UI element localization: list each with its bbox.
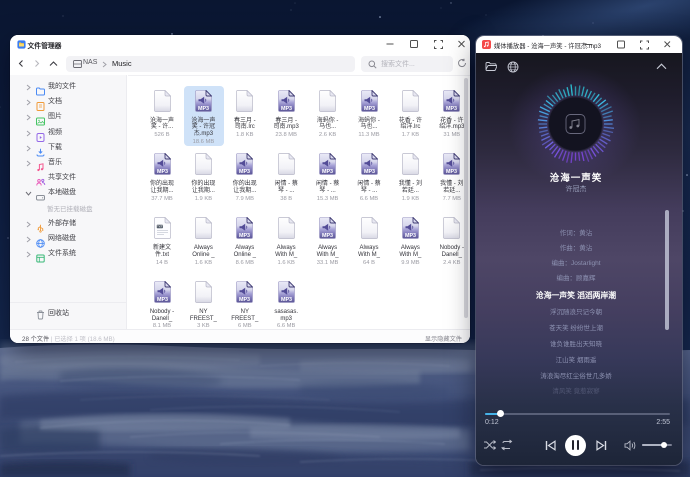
svg-text:TXT: TXT [157,225,163,229]
svg-text:MP3: MP3 [322,233,333,239]
svg-text:MP3: MP3 [446,105,457,111]
svg-text:MP3: MP3 [363,169,374,175]
svg-text:MP3: MP3 [156,169,167,175]
svg-text:MP3: MP3 [281,297,292,303]
svg-text:MP3: MP3 [156,297,167,303]
svg-text:MP3: MP3 [446,169,457,175]
svg-text:MP3: MP3 [363,105,374,111]
svg-text:MP3: MP3 [239,297,250,303]
svg-text:MP3: MP3 [198,105,209,111]
svg-text:MP3: MP3 [405,233,416,239]
svg-text:MP3: MP3 [322,169,333,175]
svg-text:MP3: MP3 [281,105,292,111]
svg-text:MP3: MP3 [239,169,250,175]
svg-text:MP3: MP3 [239,233,250,239]
